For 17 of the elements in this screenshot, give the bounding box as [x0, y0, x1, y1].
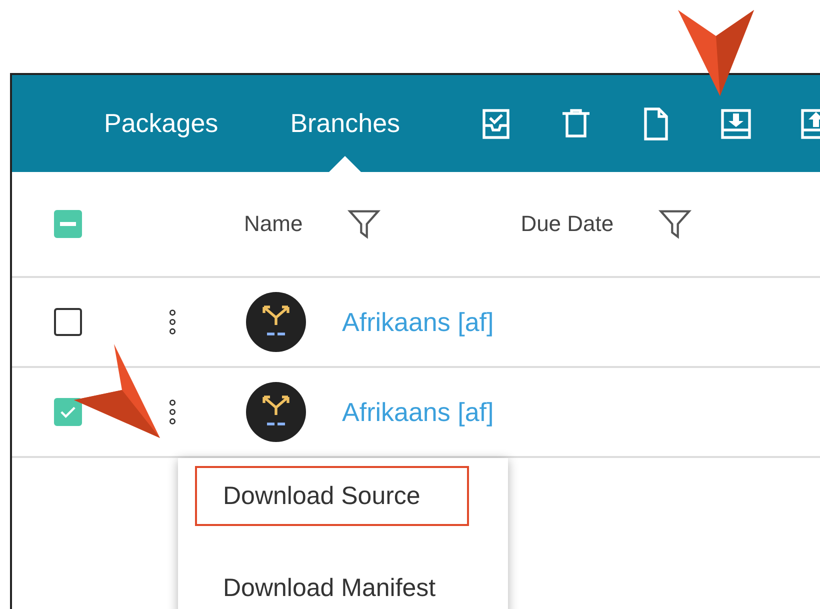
language-link[interactable]: Afrikaans [af] — [342, 396, 494, 428]
branch-icon — [246, 382, 306, 442]
select-all-checkbox[interactable] — [54, 210, 82, 238]
branch-icon — [246, 292, 306, 352]
column-header: Name — [244, 211, 303, 237]
more-options-icon[interactable] — [168, 398, 176, 426]
tab[interactable]: Packages — [68, 75, 254, 172]
language-link[interactable]: Afrikaans [af] — [342, 306, 494, 338]
row-checkbox[interactable] — [54, 308, 82, 336]
row-checkbox[interactable] — [54, 398, 82, 426]
column-header: Due Date — [520, 211, 614, 237]
tab[interactable]: Branches — [254, 75, 436, 172]
filter-icon[interactable] — [658, 207, 692, 241]
menu-item[interactable]: Download Manifest — [195, 558, 469, 609]
more-options-icon[interactable] — [168, 308, 176, 336]
filter-icon[interactable] — [346, 207, 381, 241]
menu-item[interactable]: Download Source — [195, 466, 469, 526]
